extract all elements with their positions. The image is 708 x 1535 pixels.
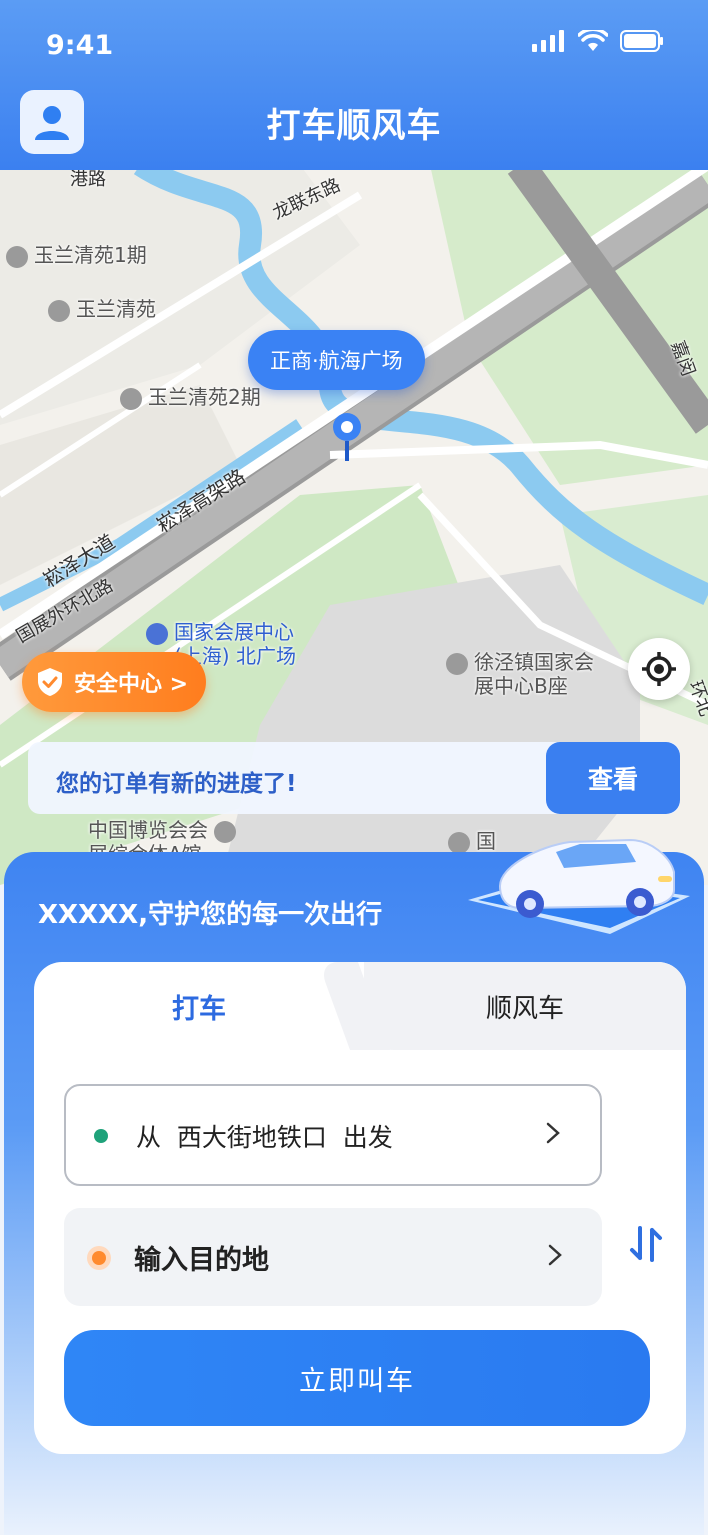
call-car-button[interactable]: 立即叫车 xyxy=(64,1330,650,1426)
locate-me-button[interactable] xyxy=(628,638,690,700)
poi-icon xyxy=(446,652,468,675)
destination-placeholder: 输入目的地 xyxy=(134,1245,269,1276)
poi-icon xyxy=(214,820,236,843)
safety-center-button[interactable]: 安全中心 > xyxy=(22,652,207,712)
battery-icon xyxy=(620,30,663,52)
map-poi-xujing[interactable]: 徐泾镇国家会 展中心B座 xyxy=(446,651,594,698)
chevron-right-icon xyxy=(546,1122,560,1144)
signal-icon xyxy=(532,30,564,52)
pickup-location-bubble[interactable]: 正商·航海广场 xyxy=(248,330,425,390)
map-poi-yulan-2[interactable]: 玉兰清苑2期 xyxy=(120,381,261,410)
poi-icon xyxy=(6,245,28,268)
pickup-text: 从 西大街地铁口 出发 xyxy=(136,1123,393,1152)
pickup-field[interactable]: 从 西大街地铁口 出发 xyxy=(64,1084,602,1186)
destination-field[interactable]: 输入目的地 xyxy=(64,1208,602,1306)
page-title: 打车顺风车 xyxy=(266,106,442,146)
swap-locations-icon[interactable] xyxy=(628,1224,664,1264)
car-illustration xyxy=(468,838,690,934)
destination-dot-icon xyxy=(92,1251,106,1265)
order-progress-notice: 您的订单有新的进度了! 查看 xyxy=(28,742,680,814)
shield-check-icon xyxy=(38,668,62,696)
status-icons xyxy=(532,30,664,52)
view-order-button[interactable]: 查看 xyxy=(546,742,680,814)
wifi-icon xyxy=(578,30,608,51)
safety-center-label: 安全中心 > xyxy=(74,672,189,697)
poi-icon xyxy=(120,387,142,410)
crosshair-icon xyxy=(642,652,676,686)
poi-icon xyxy=(146,622,168,645)
slogan-text: XXXXX,守护您的每一次出行 xyxy=(38,900,383,930)
ride-panel: XXXXX,守护您的每一次出行 打车 顺风车 从 西大街地铁口 出发 输入目的地 xyxy=(4,838,704,1535)
pickup-dot-icon xyxy=(94,1129,108,1143)
tab-taxi[interactable]: 打车 xyxy=(34,962,364,1050)
map-poi-yulan-1[interactable]: 玉兰清苑1期 xyxy=(6,239,147,268)
notice-text: 您的订单有新的进度了! xyxy=(56,771,297,797)
poi-icon xyxy=(48,299,70,322)
status-time: 9:41 xyxy=(46,30,114,61)
chevron-right-icon xyxy=(548,1244,562,1266)
tab-carpool[interactable]: 顺风车 xyxy=(364,962,686,1050)
app-header: 9:41 打车顺风车 xyxy=(0,0,708,170)
ride-card: 打车 顺风车 从 西大街地铁口 出发 输入目的地 立即叫车 xyxy=(34,962,686,1454)
tab-carpool-label: 顺风车 xyxy=(485,993,564,1024)
map-poi-yulan[interactable]: 玉兰清苑 xyxy=(48,293,156,322)
